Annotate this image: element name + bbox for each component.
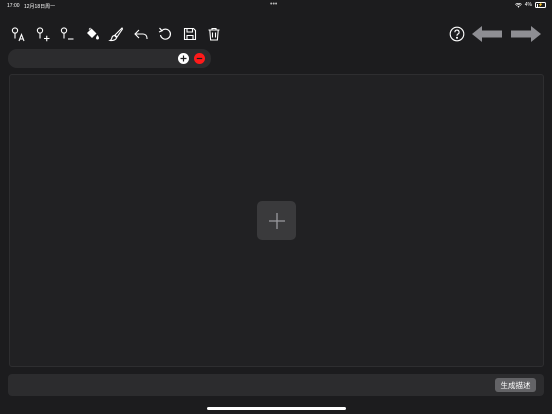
- paint-bucket-icon: [86, 27, 99, 40]
- add-image-button[interactable]: [257, 201, 296, 240]
- add-tag-button[interactable]: [178, 53, 189, 64]
- status-right: 4% ⚡: [514, 2, 546, 8]
- battery-percent: 4%: [524, 2, 532, 8]
- status-date: 12月18日周一: [24, 4, 56, 10]
- pin-minus-icon: [60, 27, 74, 40]
- forward-button[interactable]: [510, 24, 542, 44]
- brush-tool[interactable]: [106, 24, 126, 44]
- trash-icon: [208, 27, 220, 41]
- undo-icon: [133, 29, 148, 39]
- help-circle-icon: [449, 26, 465, 42]
- wifi-icon: [514, 2, 522, 8]
- undo-tool[interactable]: [131, 24, 151, 44]
- remove-tag-button[interactable]: [194, 53, 205, 64]
- description-bar[interactable]: [8, 374, 544, 396]
- delete-tool[interactable]: [204, 24, 224, 44]
- save-icon: [183, 27, 196, 41]
- status-bar: 17:00 12月18日周一 ••• 4% ⚡: [0, 0, 552, 12]
- status-time: 17:00: [7, 3, 20, 9]
- pin-a-icon: [11, 27, 25, 42]
- reset-tool[interactable]: [155, 24, 175, 44]
- arrow-left-icon: [472, 26, 502, 42]
- multitasking-dots[interactable]: •••: [270, 1, 277, 8]
- minus-circle-icon: [196, 57, 203, 60]
- back-button[interactable]: [471, 24, 503, 44]
- battery-charging-icon: ⚡: [535, 2, 546, 8]
- generate-description-button[interactable]: 生成描述: [495, 378, 536, 392]
- arrow-right-icon: [511, 26, 541, 42]
- home-indicator[interactable]: [207, 407, 346, 410]
- fill-tool[interactable]: [82, 24, 102, 44]
- plus-icon: [268, 212, 285, 229]
- pin-text-tool[interactable]: [8, 24, 28, 44]
- help-button[interactable]: [448, 25, 466, 43]
- pin-add-tool[interactable]: [33, 24, 53, 44]
- brush-icon: [108, 27, 124, 42]
- toolbar: [8, 24, 229, 44]
- pin-remove-tool[interactable]: [57, 24, 77, 44]
- pin-plus-icon: [36, 27, 49, 42]
- save-tool[interactable]: [180, 24, 200, 44]
- rotate-icon: [158, 27, 171, 40]
- plus-circle-icon: [180, 55, 187, 62]
